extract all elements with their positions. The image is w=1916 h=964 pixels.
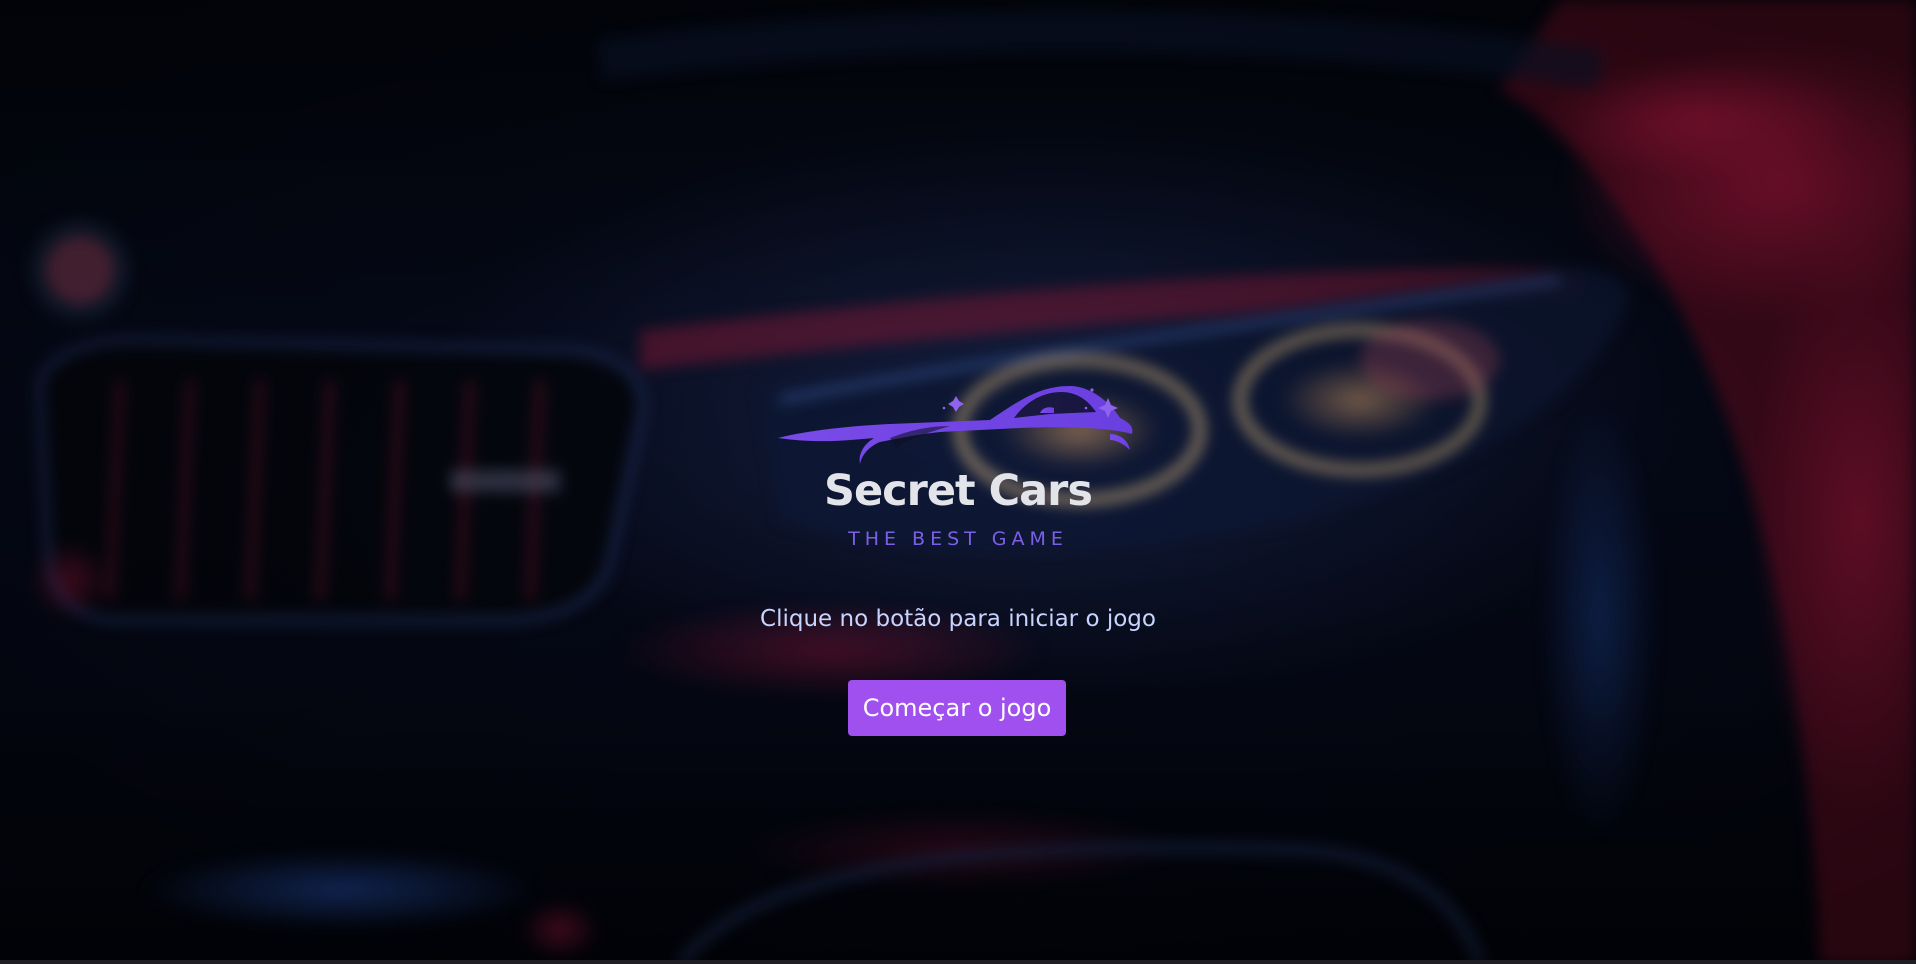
start-game-button[interactable]: Começar o jogo <box>848 680 1066 736</box>
brand-title: Secret Cars <box>824 466 1093 516</box>
game-start-screen: Secret Cars THE BEST GAME Clique no botã… <box>0 0 1916 964</box>
car-silhouette-icon <box>778 386 1133 464</box>
brand-subtitle: THE BEST GAME <box>848 528 1068 550</box>
start-instruction: Clique no botão para iniciar o jogo <box>760 606 1156 632</box>
bottom-edge <box>0 960 1916 964</box>
intro-panel: Secret Cars THE BEST GAME Clique no botã… <box>0 0 1916 964</box>
